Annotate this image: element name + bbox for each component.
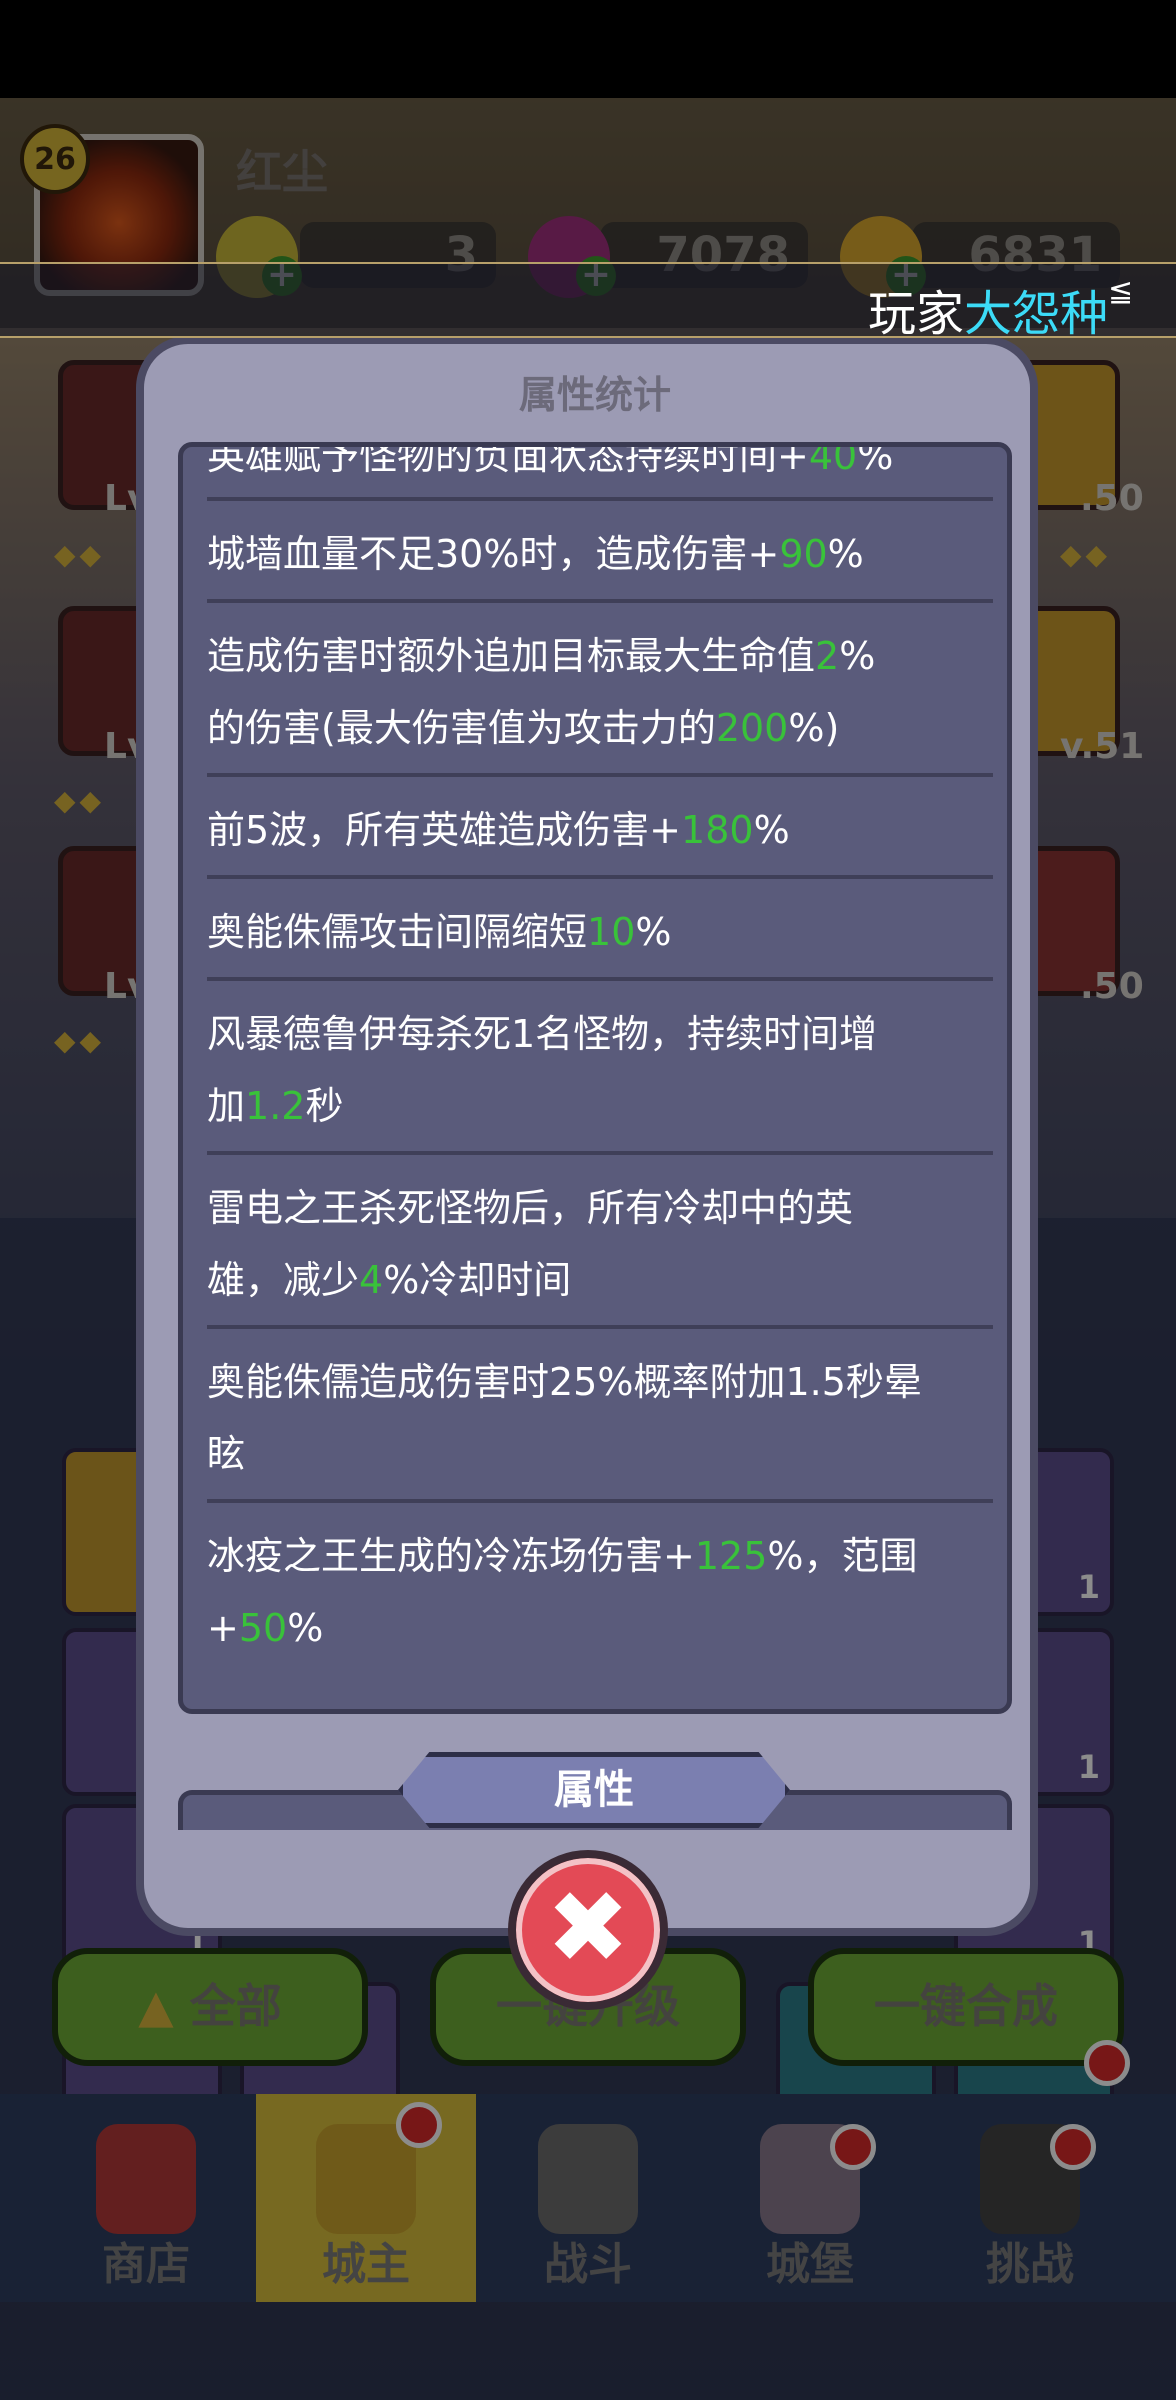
attribute-row: 前5波，所有英雄造成伤害+180% (207, 793, 993, 867)
attr-value: 50 (238, 1606, 288, 1650)
attr-value: 180 (681, 808, 754, 852)
attr-text: 城墙血量不足30%时，造成伤害+ (207, 532, 780, 576)
attribute-stats-dialog: 属性统计 英雄赋予怪物的负面状态持续时间+40% 城墙血量不足30%时，造成伤害… (136, 336, 1038, 1936)
attr-text: 造成伤害时额外追加目标最大生命值 (207, 634, 816, 678)
broadcast-prefix: 玩家 (868, 286, 965, 342)
attr-value: 4 (359, 1258, 384, 1302)
attr-text: % (827, 532, 864, 576)
broadcast-text: 玩家大怨种≦ (868, 274, 1133, 344)
attr-text: %，范围 (767, 1534, 918, 1578)
attr-value: 2 (815, 634, 840, 678)
attribute-row-cont: 眩 (207, 1417, 993, 1491)
row-divider (207, 1151, 993, 1155)
attr-text: 风暴德鲁伊每杀死1名怪物，持续时间增 (207, 1012, 878, 1056)
attr-text: % (857, 442, 894, 478)
attr-text: 冰疫之王生成的冷冻场伤害+ (207, 1534, 695, 1578)
attr-text: %冷却时间 (383, 1258, 572, 1302)
attr-value: 1.2 (245, 1084, 306, 1128)
row-divider (207, 875, 993, 879)
row-divider (207, 773, 993, 777)
attr-text: 雷电之王杀死怪物后，所有冷却中的英 (207, 1186, 854, 1230)
attr-value: 200 (715, 706, 789, 750)
subtab-label: 属性 (554, 1767, 634, 1813)
attribute-row: 风暴德鲁伊每杀死1名怪物，持续时间增 (207, 997, 993, 1071)
attr-text: 眩 (207, 1432, 246, 1476)
attr-text: 奥能侏儒攻击间隔缩短 (207, 910, 588, 954)
attribute-list[interactable]: 英雄赋予怪物的负面状态持续时间+40% 城墙血量不足30%时，造成伤害+90% … (178, 442, 1012, 1714)
row-divider (207, 599, 993, 603)
attribute-row-cont: +50% (207, 1591, 993, 1665)
attr-text: % (635, 910, 672, 954)
attribute-row: 奥能侏儒攻击间隔缩短10% (207, 895, 993, 969)
attr-value: 40 (808, 442, 858, 478)
row-divider (207, 977, 993, 981)
attr-text: + (207, 1606, 239, 1650)
row-divider (207, 497, 993, 501)
attribute-row: 英雄赋予怪物的负面状态持续时间+40% (207, 442, 993, 493)
attr-text: 英雄赋予怪物的负面状态持续时间+ (207, 442, 809, 478)
attribute-row-cont: 雄，减少4%冷却时间 (207, 1243, 993, 1317)
tab-attributes[interactable]: 属性 (398, 1752, 790, 1828)
attribute-row-cont: 的伤害(最大伤害值为攻击力的200%) (207, 691, 993, 765)
broadcast-tail: ≦ (1108, 274, 1134, 309)
broadcast-player-name: 大怨种 (964, 286, 1109, 342)
attribute-row: 造成伤害时额外追加目标最大生命值2% (207, 619, 993, 693)
attr-text: %) (788, 706, 840, 750)
attribute-row: 奥能侏儒造成伤害时25%概率附加1.5秒晕 (207, 1345, 993, 1419)
attr-text: % (287, 1606, 324, 1650)
row-divider (207, 1499, 993, 1503)
attribute-row-cont: 加1.2秒 (207, 1069, 993, 1143)
attr-text: % (839, 634, 876, 678)
broadcast-ticker: 玩家大怨种≦ (0, 262, 1176, 342)
dialog-title: 属性统计 (518, 373, 671, 417)
attr-value: 10 (587, 910, 636, 954)
attr-text: 秒 (305, 1084, 344, 1128)
attr-text: 的伤害(最大伤害值为攻击力的 (207, 706, 716, 750)
attribute-row: 冰疫之王生成的冷冻场伤害+125%，范围 (207, 1519, 993, 1593)
attr-value: 90 (779, 532, 828, 576)
attr-text: 雄，减少 (207, 1258, 360, 1302)
attr-text: % (753, 808, 790, 852)
close-x-icon: ✖ (546, 1869, 630, 1986)
status-bar (0, 0, 1176, 98)
attribute-row: 雷电之王杀死怪物后，所有冷却中的英 (207, 1171, 993, 1245)
attr-value: 125 (694, 1534, 768, 1578)
row-divider (207, 1325, 993, 1329)
attr-text: 前5波，所有英雄造成伤害+ (207, 808, 682, 852)
attr-text: 加 (207, 1084, 246, 1128)
attr-text: 奥能侏儒造成伤害时25%概率附加1.5秒晕 (207, 1360, 922, 1404)
close-button[interactable]: ✖ (508, 1850, 668, 2010)
attribute-row: 城墙血量不足30%时，造成伤害+90% (207, 517, 993, 591)
